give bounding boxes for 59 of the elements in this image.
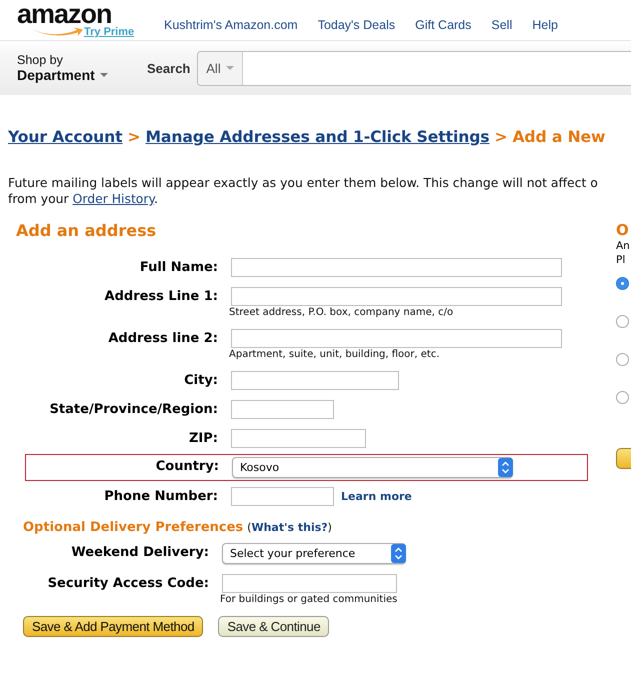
field-label: Address Line 1: (104, 288, 219, 306)
field-label: Country: (154, 458, 220, 476)
whats-this-link[interactable]: (What's this?) (247, 521, 332, 534)
text-input[interactable] (231, 487, 334, 506)
text-input[interactable] (231, 371, 399, 390)
field-label: Phone Number: (103, 488, 219, 506)
breadcrumb-current: Add a New (512, 128, 606, 146)
field-label: ZIP: (188, 430, 219, 448)
logo-wordmark[interactable]: amazon (17, 1, 112, 28)
field-label: State/Province/Region: (48, 401, 219, 419)
category-dropdown[interactable]: All (206, 60, 221, 76)
text-input[interactable] (231, 287, 562, 306)
nav-link[interactable]: Today's Deals (318, 18, 396, 32)
search-field[interactable]: All (197, 50, 631, 86)
nav-link[interactable]: Kushtrim's Amazon.com (164, 18, 298, 32)
stepper-arrows-icon[interactable] (391, 544, 406, 563)
breadcrumb-link[interactable]: Manage Addresses and 1-Click Settings (146, 128, 490, 146)
stepper-arrows-icon[interactable] (498, 458, 513, 477)
field-hint: For buildings or gated communities (220, 594, 398, 606)
learn-more-link[interactable]: Learn more (341, 490, 412, 503)
text-input[interactable] (231, 258, 562, 277)
dropdown[interactable]: Kosovo (232, 457, 513, 478)
section-heading: Add an address (16, 221, 158, 240)
nav-link[interactable]: Help (532, 18, 558, 32)
shop-by-label: Shop by (17, 53, 64, 67)
nav-link[interactable]: Gift Cards (415, 18, 472, 32)
field-label: Address line 2: (107, 330, 219, 348)
text-input[interactable] (231, 329, 562, 348)
side-text: Pl (616, 253, 626, 267)
field-label: Weekend Delivery: (70, 544, 210, 562)
radio-button[interactable] (616, 277, 629, 290)
field-hint: Street address, P.O. box, company name, c/o (229, 307, 454, 319)
search-label: Search (147, 60, 190, 76)
field-label: Security Access Code: (46, 575, 210, 593)
breadcrumb-link[interactable]: Your Account (8, 128, 123, 146)
field-label: City: (183, 372, 219, 390)
side-button[interactable] (616, 448, 631, 469)
field-hint: Apartment, suite, unit, building, floor, etc. (229, 349, 441, 361)
radio-button[interactable] (616, 391, 629, 404)
department-menu[interactable]: Department (17, 67, 95, 83)
section-heading: Optional Delivery Preferences (23, 520, 244, 535)
save-add-payment-button[interactable]: Save & Add Payment Method (23, 616, 204, 637)
breadcrumb-separator: > (128, 128, 140, 146)
save-continue-button[interactable]: Save & Continue (218, 616, 330, 637)
field-label: Full Name: (138, 259, 219, 277)
section-heading: O (616, 221, 630, 239)
order-history-link[interactable]: Order History (72, 191, 154, 206)
intro-text: Future mailing labels will appear exactly as you enter them below. This change will not affect o from your Order History. (8, 175, 599, 207)
radio-button[interactable] (616, 353, 629, 366)
text-input[interactable] (231, 400, 334, 419)
caret-icon[interactable] (226, 66, 234, 70)
radio-button[interactable] (616, 315, 629, 328)
nav-link[interactable]: Sell (491, 18, 512, 32)
text-input[interactable] (231, 429, 366, 448)
breadcrumb-separator: > (494, 128, 508, 146)
caret-icon[interactable] (100, 73, 108, 77)
side-text: An (616, 239, 631, 253)
text-input[interactable] (222, 574, 397, 593)
dropdown[interactable]: Select your preference (222, 543, 406, 564)
